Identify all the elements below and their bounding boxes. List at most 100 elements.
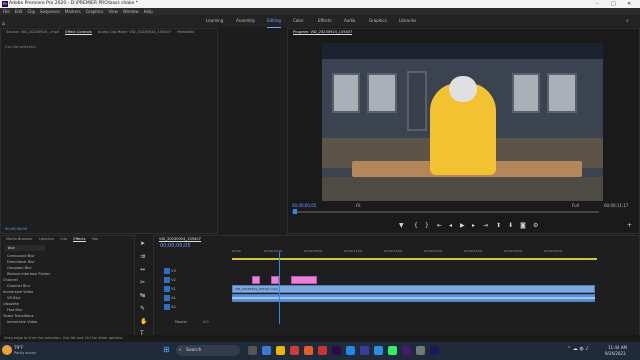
close-icon[interactable]: ✕ [627,0,631,8]
track-select-tool-icon[interactable]: ⇉ [140,253,145,260]
tab-audio-clip-mixer[interactable]: Audio Clip Mixer: VID_20230924_155407 [98,30,171,34]
weather-icon[interactable] [2,345,12,355]
windows-start-icon[interactable]: ⊞ [163,345,170,354]
workspace-effects[interactable]: Effects [318,15,332,27]
system-tray-icons[interactable]: ⌃ ☁ ◍ ♪ [567,346,589,352]
pen-tool-icon[interactable]: ✎ [140,305,145,312]
mark-out-icon[interactable]: } [425,222,429,229]
menu-file[interactable]: File [3,9,10,14]
slip-tool-icon[interactable]: ↹ [140,292,145,299]
menu-view[interactable]: View [108,9,118,14]
target-toggle[interactable] [164,268,170,274]
effects-search-input[interactable]: blur [5,245,45,251]
effect-item[interactable]: Channel Blur [7,284,30,289]
menu-help[interactable]: Help [144,9,153,14]
menu-markers[interactable]: Markers [65,9,81,14]
menu-sequence[interactable]: Sequence [40,9,60,14]
app-icon[interactable] [262,346,271,355]
extract-icon[interactable]: ⬇ [508,222,513,229]
maximize-icon[interactable]: □ [611,0,616,8]
timeline-clip[interactable] [291,276,317,284]
premiere-icon[interactable] [402,346,411,355]
master-volume-value[interactable]: 0.0 [203,320,209,324]
export-frame-icon[interactable]: ◙ [520,222,526,229]
go-to-out-icon[interactable]: ⇥ [483,222,488,229]
workspace-learning[interactable]: Learning [206,15,223,27]
tab-source[interactable]: Source: VID_20230924_..mp4 [6,30,59,34]
timeline-clip[interactable] [252,276,260,284]
menu-clip[interactable]: Clip [27,9,35,14]
video-clip-v1[interactable]: VID_20230924_155407.mp4 [232,285,595,293]
effect-item[interactable]: VR Blur [7,296,20,301]
lift-icon[interactable]: ⬆ [496,222,501,229]
effect-item[interactable]: Compound Blur [7,254,35,259]
tab-metadata[interactable]: Metadata [177,30,194,34]
file-explorer-icon[interactable] [276,346,285,355]
target-toggle[interactable] [164,304,170,310]
selection-tool-icon[interactable]: ➤ [140,240,145,247]
razor-tool-icon[interactable]: ✂ [140,279,145,286]
effect-item[interactable]: Fast Blur [7,308,23,313]
app-icon[interactable] [304,346,313,355]
play-icon[interactable]: ▶ [460,222,465,229]
step-back-icon[interactable]: ◂ [449,222,452,229]
menu-graphics[interactable]: Graphics [86,9,104,14]
after-effects-icon[interactable] [332,346,341,355]
fit-dropdown[interactable]: Fit [356,203,361,208]
app-icon[interactable] [430,346,439,355]
tab-effects[interactable]: Effects [73,237,86,242]
tab-program[interactable]: Program: VID_20230924_155407 [293,30,353,35]
edge-icon[interactable] [374,346,383,355]
tab-libraries[interactable]: Libraries [39,237,55,241]
effect-item[interactable]: Reduce Interlace Flicker [7,272,50,277]
program-timecode[interactable]: 00;00;00;05 [292,203,316,208]
workspace-editing[interactable]: Editing [267,15,281,28]
workspace-color[interactable]: Color [293,15,303,27]
effect-item[interactable]: Immersive Video [7,320,37,325]
add-button-icon[interactable]: + [627,222,632,229]
minimize-icon[interactable]: – [596,0,599,8]
workspace-libraries[interactable]: Libraries [399,15,416,27]
effect-folder[interactable]: Immersive Video [3,290,33,295]
effect-item[interactable]: Gaussian Blur [7,266,32,271]
tab-markers[interactable]: Mar [92,237,99,241]
go-to-in-icon[interactable]: ⇤ [437,222,442,229]
timeline-timecode[interactable]: 00;00;00;05 [160,243,191,249]
workspace-assembly[interactable]: Assembly [236,15,255,27]
effect-item[interactable]: Directional Blur [7,260,35,265]
playhead-marker[interactable] [293,209,297,214]
timeline-playhead[interactable] [279,252,280,324]
ripple-edit-tool-icon[interactable]: ↔ [140,266,145,273]
tab-effect-controls[interactable]: Effect Controls [65,30,92,35]
app-icon[interactable] [388,346,397,355]
timeline-clip[interactable] [271,276,279,284]
target-toggle[interactable] [164,286,170,292]
clock-date[interactable]: 9/26/2023 [605,351,626,356]
clock-time[interactable]: 11:44 AM [608,345,627,350]
target-toggle[interactable] [164,277,170,283]
time-ruler[interactable]: 00;00 00;00;04;00 00;00;08;00 00;00;12;0… [232,249,597,255]
menu-edit[interactable]: Edit [15,9,23,14]
tab-sequence[interactable]: VID_20230924_155407 [159,237,201,242]
app-icon[interactable] [360,346,369,355]
app-icon[interactable] [416,346,425,355]
app-icon[interactable] [318,346,327,355]
add-marker-icon[interactable]: ▼ [399,222,404,229]
tab-media-browser[interactable]: Media Browser [6,237,33,241]
hand-tool-icon[interactable]: ✋ [140,318,147,325]
mark-in-icon[interactable]: { [414,222,418,229]
settings-icon[interactable]: ⚙ [533,222,538,229]
workspace-graphics[interactable]: Graphics [369,15,387,27]
app-icon[interactable] [346,346,355,355]
target-toggle[interactable] [164,295,170,301]
step-forward-icon[interactable]: ▸ [472,222,475,229]
playhead-scrubber[interactable] [292,211,599,213]
effect-folder[interactable]: Channel [3,278,18,283]
effect-folder[interactable]: Video Transitions [3,314,33,319]
quality-dropdown[interactable]: Full [572,203,579,208]
menu-window[interactable]: Window [123,9,139,14]
taskbar-search-input[interactable]: ⌕ Search [176,345,240,356]
tab-info[interactable]: Info [60,237,67,241]
app-icon[interactable] [290,346,299,355]
work-area-bar[interactable] [232,258,597,260]
